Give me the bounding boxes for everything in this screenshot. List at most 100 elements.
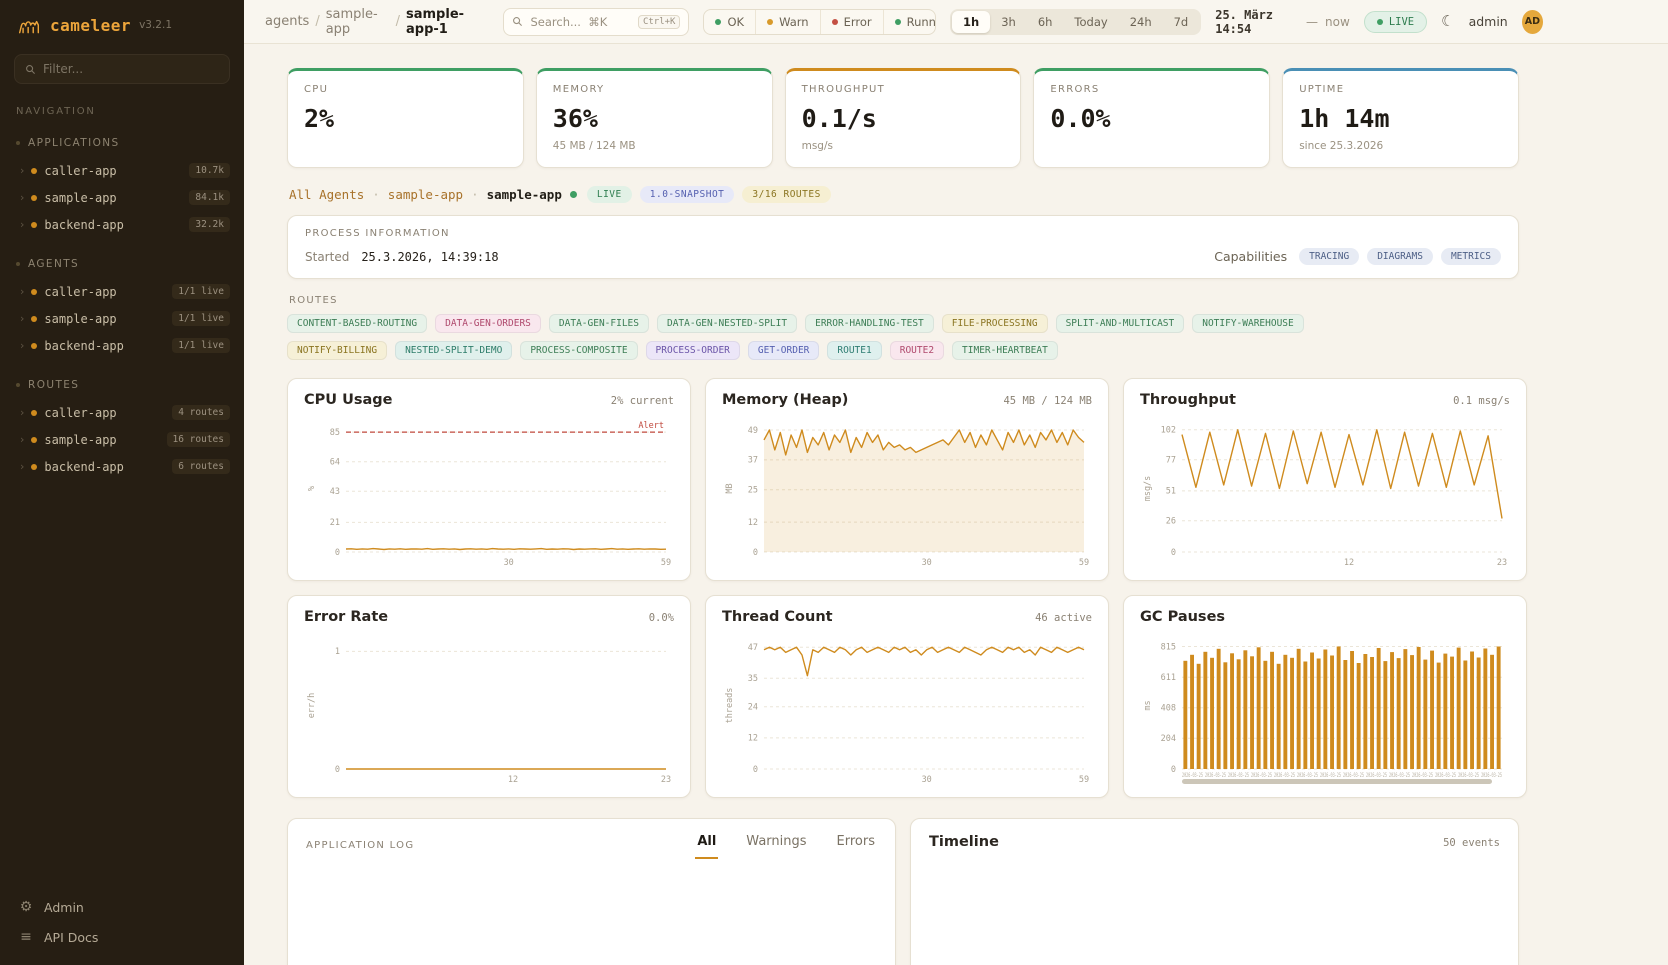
search-shortcut-kbd: Ctrl+K (638, 15, 681, 29)
live-toggle[interactable]: LIVE (1364, 11, 1427, 33)
agent-badge-3-16-routes: 3/16 ROUTES (742, 186, 830, 203)
moon-icon: ☾ (1441, 13, 1454, 30)
route-badge-process-order[interactable]: PROCESS-ORDER (646, 341, 740, 360)
svg-text:35: 35 (748, 674, 758, 684)
svg-text:59: 59 (1079, 775, 1089, 785)
status-filter-running[interactable]: Running (883, 10, 936, 34)
sidebar-section-header[interactable]: AGENTS (0, 258, 244, 270)
status-filter-error[interactable]: Error (820, 10, 883, 34)
status-filter-label: Running (907, 15, 936, 29)
sidebar-item-backend-app[interactable]: ›backend-app1/1 live (0, 332, 244, 359)
route-badge-data-gen-files[interactable]: DATA-GEN-FILES (549, 314, 649, 333)
status-filter-ok[interactable]: OK (704, 10, 755, 34)
sidebar-section-header[interactable]: ROUTES (0, 379, 244, 391)
chart-thread-count: Thread Count46 active012243547threads305… (705, 595, 1109, 798)
route-badge-get-order[interactable]: GET-ORDER (748, 341, 819, 360)
sidebar-item-sample-app[interactable]: ›sample-app84.1k (0, 184, 244, 211)
svg-text:30: 30 (504, 558, 514, 568)
status-dot-icon (31, 410, 37, 416)
chart-current-value: 0.0% (649, 612, 674, 624)
svg-text:30: 30 (922, 558, 932, 568)
time-range-3h[interactable]: 3h (990, 11, 1027, 33)
route-badge-timer-heartbeat[interactable]: TIMER-HEARTBEAT (952, 341, 1058, 360)
sidebar-item-sample-app[interactable]: ›sample-app16 routes (0, 426, 244, 453)
svg-text:611: 611 (1161, 673, 1176, 683)
route-badge-file-processing[interactable]: FILE-PROCESSING (942, 314, 1048, 333)
route-badge-route2[interactable]: ROUTE2 (890, 341, 944, 360)
time-range-1h[interactable]: 1h (952, 11, 990, 33)
svg-text:51: 51 (1166, 487, 1176, 497)
sidebar-section-title: APPLICATIONS (28, 137, 120, 149)
svg-text:47: 47 (748, 643, 758, 653)
svg-text:204: 204 (1161, 734, 1176, 744)
sidebar-item-sample-app[interactable]: ›sample-app1/1 live (0, 305, 244, 332)
chart-title: Throughput (1140, 392, 1236, 408)
time-window[interactable]: 25. März 14:54 — now (1215, 8, 1350, 36)
agent-crumb-link[interactable]: sample-app (388, 187, 463, 202)
svg-text:err/h: err/h (307, 693, 317, 719)
chart-plot: 021436485%3059Alert (304, 416, 674, 572)
sidebar-item-label: sample-app (44, 433, 116, 447)
avatar[interactable]: AD (1522, 10, 1543, 34)
breadcrumb-agents[interactable]: agents (265, 14, 309, 29)
sidebar-item-badge: 16 routes (167, 432, 230, 447)
sidebar-item-caller-app[interactable]: ›caller-app10.7k (0, 157, 244, 184)
route-badge-nested-split-demo[interactable]: NESTED-SPLIT-DEMO (395, 341, 512, 360)
stat-value: 2% (304, 104, 507, 133)
svg-text:0: 0 (335, 548, 340, 558)
sidebar-footer-admin[interactable]: ⚙Admin (18, 899, 226, 915)
sidebar-item-caller-app[interactable]: ›caller-app4 routes (0, 399, 244, 426)
app-name: cameleer (50, 16, 131, 35)
stat-value: 0.1/s (802, 104, 1005, 133)
status-filter-label: Error (844, 15, 872, 29)
sidebar-item-backend-app[interactable]: ›backend-app6 routes (0, 453, 244, 480)
sidebar-item-caller-app[interactable]: ›caller-app1/1 live (0, 278, 244, 305)
search-input[interactable] (530, 15, 630, 29)
sidebar-section-header[interactable]: APPLICATIONS (0, 137, 244, 149)
chevron-right-icon: › (20, 312, 24, 325)
stat-card-row: CPU2%MEMORY36%45 MB / 124 MBTHROUGHPUT0.… (287, 68, 1519, 168)
status-dot-icon (31, 289, 37, 295)
breadcrumb-current: sample-app-1 (406, 7, 489, 37)
time-range-7d[interactable]: 7d (1163, 11, 1200, 33)
global-search[interactable]: Ctrl+K (503, 8, 689, 36)
sidebar-footer: ⚙Admin ≡API Docs (0, 885, 244, 965)
stat-label: CPU (304, 84, 507, 95)
stat-card-uptime: UPTIME1h 14msince 25.3.2026 (1282, 68, 1519, 168)
dark-mode-toggle[interactable]: ☾ (1441, 14, 1454, 29)
route-badge-route1[interactable]: ROUTE1 (827, 341, 881, 360)
route-badge-split-and-multicast[interactable]: SPLIT-AND-MULTICAST (1056, 314, 1185, 333)
search-icon (512, 12, 523, 31)
log-tab-all[interactable]: All (695, 834, 718, 859)
time-range-24h[interactable]: 24h (1119, 11, 1163, 33)
sidebar-item-backend-app[interactable]: ›backend-app32.2k (0, 211, 244, 238)
stat-card-memory: MEMORY36%45 MB / 124 MB (536, 68, 773, 168)
route-badge-error-handling-test[interactable]: ERROR-HANDLING-TEST (805, 314, 934, 333)
route-badge-notify-warehouse[interactable]: NOTIFY-WAREHOUSE (1192, 314, 1304, 333)
route-badge-data-gen-nested-split[interactable]: DATA-GEN-NESTED-SPLIT (657, 314, 797, 333)
log-tab-errors[interactable]: Errors (835, 834, 877, 859)
time-range-6h[interactable]: 6h (1027, 11, 1064, 33)
chart-title: Error Rate (304, 609, 388, 625)
svg-text:26: 26 (1166, 517, 1176, 527)
chart-header: CPU Usage2% current (304, 392, 674, 408)
logo[interactable]: cameleer v3.2.1 (0, 0, 244, 46)
section-bullet-icon (16, 262, 20, 266)
route-badge-content-based-routing[interactable]: CONTENT-BASED-ROUTING (287, 314, 427, 333)
sidebar-footer-api-docs[interactable]: ≡API Docs (18, 929, 226, 945)
chart-gc-pauses: GC Pauses0204408611815ms2026-03-25 2026-… (1123, 595, 1527, 798)
search-icon (25, 64, 36, 75)
log-tab-warnings[interactable]: Warnings (744, 834, 808, 859)
route-badge-notify-billing[interactable]: NOTIFY-BILLING (287, 341, 387, 360)
chart-error-rate: Error Rate0.0%01err/h1223 (287, 595, 691, 798)
time-range-today[interactable]: Today (1063, 11, 1118, 33)
route-badge-process-composite[interactable]: PROCESS-COMPOSITE (520, 341, 637, 360)
sidebar-item-label: caller-app (44, 406, 116, 420)
sidebar-item-badge: 1/1 live (172, 311, 230, 326)
breadcrumb-sample-app[interactable]: sample-app (326, 7, 390, 37)
route-badge-data-gen-orders[interactable]: DATA-GEN-ORDERS (435, 314, 541, 333)
status-filter-label: Warn (779, 15, 809, 29)
agent-crumb-link[interactable]: All Agents (289, 187, 364, 202)
status-filter-warn[interactable]: Warn (755, 10, 820, 34)
filter-input[interactable] (43, 62, 219, 76)
